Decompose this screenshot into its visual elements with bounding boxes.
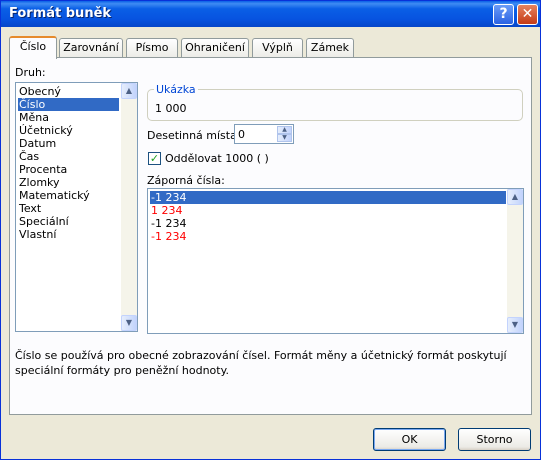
decimals-stepper[interactable]: 0 ▲ ▼ <box>234 124 294 144</box>
negative-item[interactable]: -1 234 <box>150 217 186 230</box>
category-item[interactable]: Speciální <box>18 215 69 228</box>
title-bar[interactable]: Formát buněk ? ✕ <box>1 1 540 27</box>
help-button[interactable]: ? <box>493 4 514 25</box>
category-item[interactable]: Datum <box>18 137 56 150</box>
negative-label: Záporná čísla: <box>147 174 225 187</box>
decimals-label: Desetinná místa: <box>147 129 241 142</box>
sample-value: 1 000 <box>155 102 187 115</box>
tab-font[interactable]: Písmo <box>126 38 178 58</box>
negative-item[interactable]: -1 234 <box>150 230 186 243</box>
format-cells-dialog: Formát buněk ? ✕ Číslo Zarovnání Písmo O… <box>0 0 541 460</box>
category-item[interactable]: Text <box>18 202 41 215</box>
category-list[interactable]: Obecný Číslo Měna Účetnický Datum Čas Pr… <box>15 82 138 332</box>
sample-group: Ukázka 1 000 <box>147 83 523 121</box>
category-item[interactable]: Obecný <box>18 85 61 98</box>
separator-checkbox[interactable]: ✓ <box>148 152 161 165</box>
tab-protection[interactable]: Zámek <box>306 38 354 58</box>
negative-numbers-list[interactable]: -1 234 1 234 -1 234 -1 234 ▲ ▼ <box>147 188 524 334</box>
scroll-up-icon[interactable]: ▲ <box>507 189 523 205</box>
negative-item[interactable]: 1 234 <box>150 204 183 217</box>
category-item[interactable]: Vlastní <box>18 228 56 241</box>
tab-fill[interactable]: Výplň <box>252 38 303 58</box>
category-item-selected[interactable]: Číslo <box>18 98 119 111</box>
scroll-up-icon[interactable]: ▲ <box>121 83 137 99</box>
ok-button[interactable]: OK <box>373 428 446 451</box>
cancel-button[interactable]: Storno <box>458 428 531 451</box>
tab-number[interactable]: Číslo <box>9 36 57 59</box>
category-item[interactable]: Matematický <box>18 189 90 202</box>
close-button[interactable]: ✕ <box>517 4 538 25</box>
window-title: Formát buněk <box>9 6 112 21</box>
category-item[interactable]: Účetnický <box>18 124 73 137</box>
separator-label[interactable]: Oddělovat 1000 ( ) <box>165 152 269 165</box>
tab-alignment[interactable]: Zarovnání <box>59 38 123 58</box>
format-description: Číslo se používá pro obecné zobrazování … <box>15 349 507 377</box>
scroll-down-icon[interactable]: ▼ <box>507 317 523 333</box>
category-label: Druh: <box>15 66 46 79</box>
spin-up-icon[interactable]: ▲ <box>277 126 292 134</box>
category-scrollbar[interactable]: ▲ ▼ <box>121 83 137 331</box>
negative-scrollbar[interactable]: ▲ ▼ <box>507 189 523 333</box>
sample-title: Ukázka <box>154 83 198 96</box>
tab-border[interactable]: Ohraničení <box>181 38 249 58</box>
category-item[interactable]: Čas <box>18 150 39 163</box>
category-item[interactable]: Procenta <box>18 163 67 176</box>
scroll-down-icon[interactable]: ▼ <box>121 315 137 331</box>
category-item[interactable]: Zlomky <box>18 176 60 189</box>
negative-item-selected[interactable]: -1 234 <box>150 191 506 204</box>
decimals-value[interactable]: 0 <box>238 128 245 141</box>
spin-down-icon[interactable]: ▼ <box>277 134 292 142</box>
category-item[interactable]: Měna <box>18 111 49 124</box>
checkmark-icon: ✓ <box>149 152 160 165</box>
